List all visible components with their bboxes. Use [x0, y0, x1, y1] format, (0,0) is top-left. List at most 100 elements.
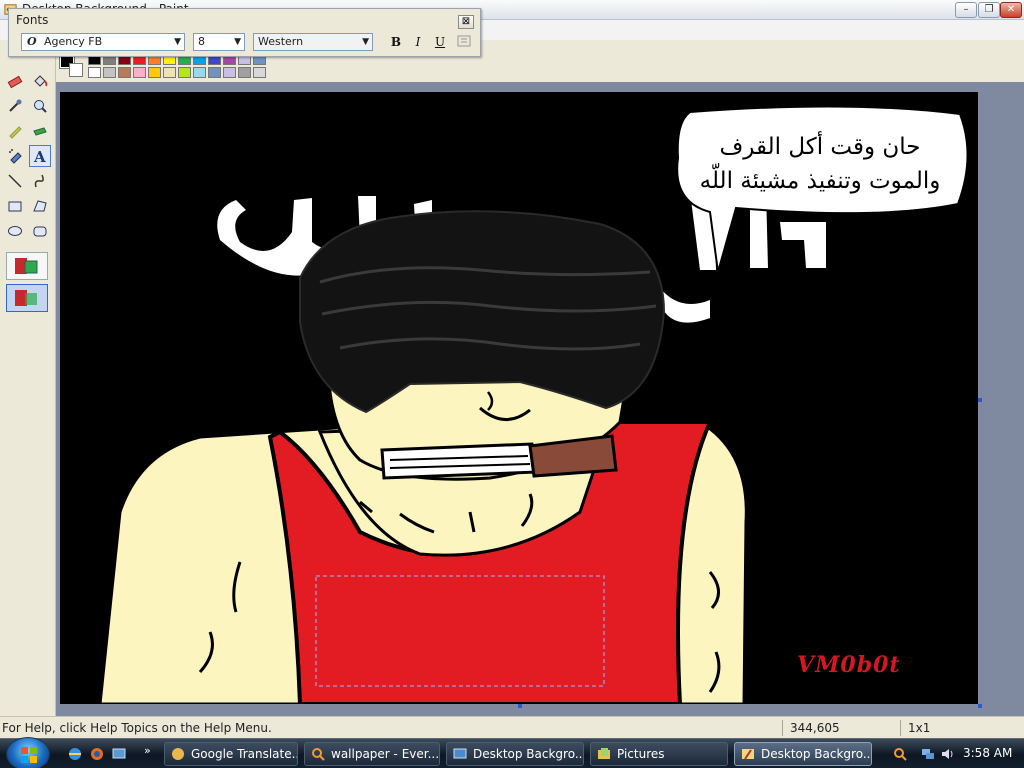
browser-icon: [172, 748, 184, 760]
palette-swatch[interactable]: [178, 67, 191, 78]
speech-line-1: حان وقت أكل القرف: [719, 134, 921, 160]
font-size-value: 8: [198, 35, 205, 48]
taskbar-item-google-translate[interactable]: Google Translate...: [164, 742, 298, 766]
tool-ellipse[interactable]: [4, 220, 26, 242]
ellipse-icon: [8, 226, 22, 236]
color-picker-icon: [9, 99, 22, 112]
speech-line-2: والموت وتنفيذ مشيئة اللّه: [699, 168, 941, 194]
fonts-close-button[interactable]: ⊠: [458, 15, 474, 29]
tray-volume-icon[interactable]: [940, 746, 956, 762]
secondary-color-swatch[interactable]: [69, 63, 83, 77]
text-mode-transparent[interactable]: [6, 284, 48, 312]
rectangle-icon: [8, 201, 22, 212]
task-label: Desktop Backgro...: [473, 747, 584, 761]
task-label: wallpaper - Ever...: [331, 747, 440, 761]
minimize-button[interactable]: –: [955, 2, 977, 18]
folder-icon: [598, 748, 610, 759]
tool-magnifier[interactable]: [29, 95, 51, 117]
palette-swatch[interactable]: [88, 67, 101, 78]
resize-handle-right[interactable]: [978, 398, 982, 402]
svg-text:A: A: [33, 148, 46, 165]
bold-button[interactable]: B: [387, 34, 405, 51]
resize-handle-corner[interactable]: [978, 704, 982, 708]
taskbar-item-desktop-background-1[interactable]: Desktop Backgro...: [446, 742, 584, 766]
tool-rounded-rect[interactable]: [29, 220, 51, 242]
underline-button[interactable]: U: [431, 34, 449, 51]
font-script-select[interactable]: Western ▼: [253, 33, 373, 51]
palette-swatch[interactable]: [148, 67, 161, 78]
tool-brush[interactable]: [29, 120, 51, 142]
tool-line[interactable]: [4, 170, 26, 192]
knife: [380, 442, 540, 480]
tool-eraser[interactable]: [4, 70, 26, 92]
transparent-background-icon: [15, 290, 37, 306]
status-bar: For Help, click Help Topics on the Help …: [0, 716, 1024, 738]
tool-airbrush[interactable]: [4, 145, 26, 167]
resize-handle-bottom[interactable]: [518, 704, 522, 708]
airbrush-icon: [9, 149, 22, 164]
font-name-value: Agency FB: [44, 35, 103, 48]
fonts-toolbar[interactable]: Fonts ⊠ O Agency FB ▼ 8 ▼ Western ▼ B I …: [8, 8, 481, 57]
quick-launch-ie-icon[interactable]: [66, 745, 84, 763]
tool-polygon[interactable]: [29, 195, 51, 217]
brush-icon: [33, 127, 47, 136]
fonts-toolbar-title: Fonts: [16, 13, 49, 27]
quick-launch-show-desktop-icon[interactable]: [110, 745, 128, 763]
font-size-select[interactable]: 8 ▼: [193, 33, 245, 51]
vertical-text-icon: [457, 35, 471, 47]
palette-swatch[interactable]: [163, 67, 176, 78]
palette-swatch[interactable]: [208, 67, 221, 78]
tray-search-icon[interactable]: [892, 746, 908, 762]
tool-curve[interactable]: [29, 170, 51, 192]
taskbar-clock[interactable]: 3:58 AM: [963, 746, 1012, 760]
palette-swatch[interactable]: [253, 67, 266, 78]
chevron-down-icon: ▼: [174, 37, 181, 47]
palette-swatch[interactable]: [118, 67, 131, 78]
status-help-text: For Help, click Help Topics on the Help …: [2, 721, 272, 735]
vertical-text-button[interactable]: [455, 34, 473, 51]
chevron-down-icon: ▼: [234, 37, 241, 47]
tool-pencil[interactable]: [4, 120, 26, 142]
chevron-down-icon: ▼: [362, 37, 369, 47]
close-button[interactable]: ✕: [1000, 2, 1022, 18]
drawing-canvas[interactable]: حان وقت أكل القرف والموت وتنفيذ مشيئة ال…: [60, 92, 978, 704]
palette-swatch[interactable]: [133, 67, 146, 78]
tool-box: A: [0, 40, 56, 716]
tool-text[interactable]: A: [29, 145, 51, 167]
task-label: Google Translate...: [191, 747, 298, 761]
windows-taskbar: » Google Translate... wallpaper - Ever..…: [0, 737, 1024, 768]
task-label: Desktop Backgro...: [761, 747, 872, 761]
rounded-rectangle-icon: [33, 226, 47, 237]
text-mode-opaque[interactable]: [6, 252, 48, 280]
taskbar-item-pictures[interactable]: Pictures: [590, 742, 728, 766]
font-name-select[interactable]: O Agency FB ▼: [21, 33, 185, 51]
line-icon: [8, 174, 22, 188]
palette-swatch[interactable]: [238, 67, 251, 78]
curve-icon: [34, 174, 44, 188]
start-button[interactable]: [6, 737, 50, 768]
status-selection-size: 1x1: [908, 721, 931, 735]
palette-swatch[interactable]: [193, 67, 206, 78]
artist-signature: VM0b0t: [797, 652, 901, 678]
speech-bubble: حان وقت أكل القرف والموت وتنفيذ مشيئة ال…: [672, 116, 972, 232]
fill-bucket-icon: [34, 75, 48, 87]
windows-logo-icon: [21, 747, 37, 763]
speech-text: حان وقت أكل القرف والموت وتنفيذ مشيئة ال…: [672, 130, 968, 198]
canvas-workspace: حان وقت أكل القرف والموت وتنفيذ مشيئة ال…: [56, 82, 1024, 716]
tool-rectangle[interactable]: [4, 195, 26, 217]
tray-network-icon[interactable]: [920, 746, 936, 762]
eraser-icon: [7, 75, 23, 89]
polygon-icon: [33, 200, 47, 212]
taskbar-item-wallpaper[interactable]: wallpaper - Ever...: [304, 742, 440, 766]
quick-launch-firefox-icon[interactable]: [88, 745, 106, 763]
palette-swatch[interactable]: [223, 67, 236, 78]
tool-fill[interactable]: [29, 70, 51, 92]
maximize-button[interactable]: ❐: [978, 2, 1000, 18]
quick-launch-more-icon[interactable]: »: [144, 744, 151, 757]
palette-swatch[interactable]: [103, 67, 116, 78]
tool-color-picker[interactable]: [4, 95, 26, 117]
pencil-icon: [9, 126, 22, 139]
italic-button[interactable]: I: [409, 34, 427, 51]
taskbar-item-desktop-background-paint[interactable]: Desktop Backgro...: [734, 742, 872, 766]
display-properties-icon: [453, 748, 467, 759]
